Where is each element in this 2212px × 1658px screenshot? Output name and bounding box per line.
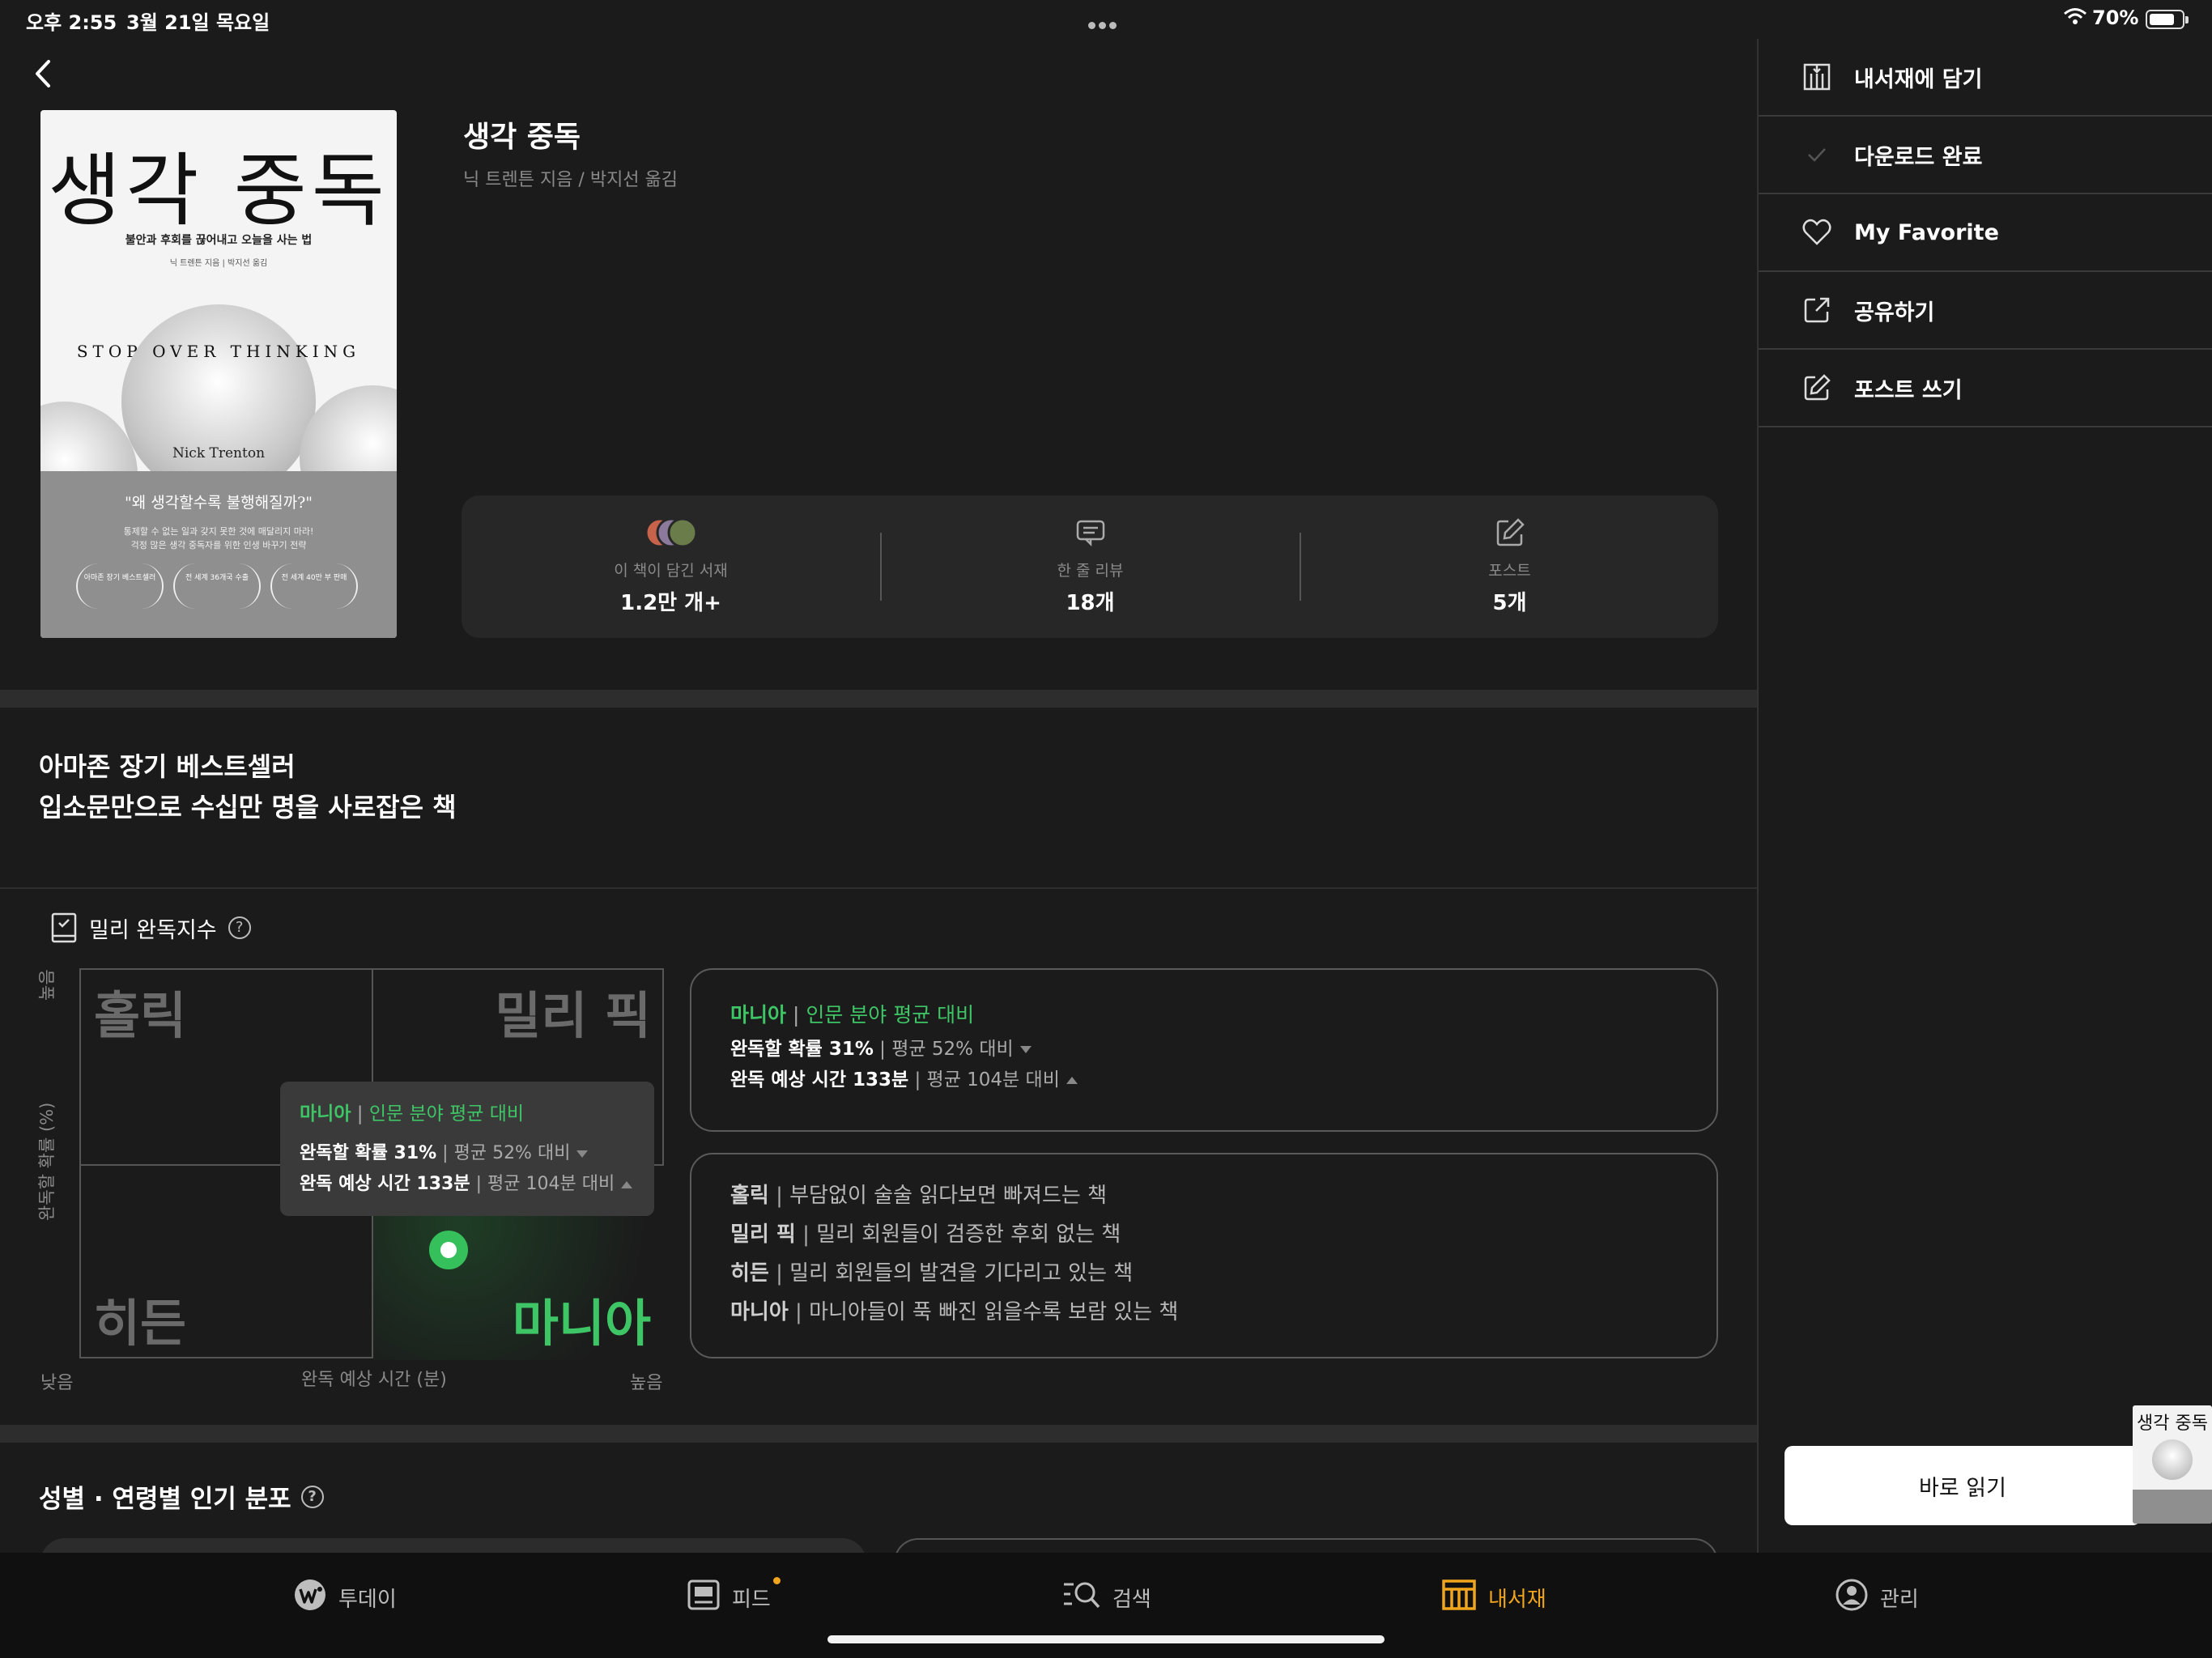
cover-credits: 닉 트렌튼 지음 | 박지선 옮김	[169, 259, 268, 268]
menu-label: My Favorite	[1854, 219, 1999, 245]
completion-index-title: 밀리 완독지수 ?	[50, 912, 251, 944]
stats-card: 이 책이 담긴 서재 1.2만 개+ 한 줄 리뷰 18개 포스트 5개	[462, 495, 1718, 638]
stat-label: 한 줄 리뷰	[1057, 562, 1124, 580]
search-icon	[1062, 1578, 1101, 1618]
menu-label: 내서재에 담기	[1854, 66, 1983, 92]
y-axis-label: 완독할 확률 (%)	[37, 1102, 57, 1221]
legend-item: 히든 | 밀리 회원들의 발견을 기다리고 있는 책	[730, 1261, 1134, 1286]
heart-icon	[1801, 216, 1833, 249]
cover-badge: 아마존 장기 베스트셀러	[76, 563, 164, 609]
edit-icon	[1300, 517, 1719, 549]
check-icon	[1801, 138, 1833, 171]
notification-dot	[772, 1577, 781, 1584]
help-icon[interactable]: ?	[228, 916, 251, 939]
tab-label: 내서재	[1488, 1587, 1546, 1612]
menu-label: 다운로드 완료	[1854, 144, 1983, 170]
tab-label: 관리	[1880, 1587, 1919, 1612]
tab-feed[interactable]: 피드	[687, 1577, 781, 1618]
cover-subtitle: 불안과 후회를 끊어내고 오늘을 사는 법	[125, 234, 313, 247]
cover-english-author: Nick Trenton	[172, 445, 266, 461]
distribution-title: 성별 · 연령별 인기 분포 ?	[39, 1478, 324, 1515]
position-tooltip: 마니아 | 인문 분야 평균 대비 완독할 확률 31% | 평균 52% 대비…	[280, 1082, 654, 1216]
y-axis: 높음 완독할 확률 (%)	[32, 968, 73, 1358]
stat-value: 5개	[1492, 591, 1527, 615]
favorite-button[interactable]: My Favorite	[1759, 194, 2212, 272]
feed-icon	[687, 1578, 721, 1618]
status-time: 오후 2:55	[26, 11, 117, 34]
book-headline: 아마존 장기 베스트셀러 입소문만으로 수십만 명을 사로잡은 책	[39, 751, 457, 823]
divider	[0, 887, 1757, 889]
book-position-marker[interactable]	[429, 1231, 468, 1269]
section-divider	[0, 1425, 1757, 1443]
legend-item: 밀리 픽 | 밀리 회원들이 검증한 후회 없는 책	[730, 1222, 1121, 1247]
book-check-icon	[51, 912, 77, 943]
legend-item: 마니아 | 마니아들이 푹 빠진 읽을수록 보람 있는 책	[730, 1300, 1179, 1324]
battery-icon	[2146, 10, 2189, 29]
tab-manage[interactable]: 관리	[1835, 1577, 1919, 1618]
help-icon[interactable]: ?	[300, 1485, 324, 1508]
wifi-icon	[2063, 6, 2087, 31]
completion-summary-box: 마니아 | 인문 분야 평균 대비 완독할 확률 31% | 평균 52% 대비…	[690, 968, 1718, 1132]
section-divider	[0, 690, 1757, 708]
read-now-button[interactable]: 바로 읽기	[1784, 1446, 2141, 1525]
cover-badge: 전 세계 36개국 수출	[173, 563, 261, 609]
quadrant-legend-box: 홀릭 | 부담없이 술술 읽다보면 빠져드는 책 밀리 픽 | 밀리 회원들이 …	[690, 1153, 1718, 1358]
menu-label: 공유하기	[1854, 300, 1935, 325]
tab-today[interactable]: 투데이	[293, 1577, 397, 1618]
share-button[interactable]: 공유하기	[1759, 272, 2212, 350]
stat-value: 1.2만 개+	[620, 591, 721, 615]
cover-title: 생각 중독	[48, 145, 389, 237]
edit-icon	[1801, 372, 1833, 404]
mini-book-cover: 생각 중독	[2133, 1405, 2212, 1524]
bookshelf-add-icon	[1801, 61, 1833, 93]
cover-quote: "왜 생각할수록 불행해질까?"	[124, 494, 313, 512]
book-cover[interactable]: 생각 중독 불안과 후회를 끊어내고 오늘을 사는 법 닉 트렌튼 지음 | 박…	[40, 110, 397, 638]
today-icon	[293, 1578, 327, 1618]
legend-item: 홀릭 | 부담없이 술술 읽다보면 빠져드는 책	[730, 1184, 1107, 1208]
reader-avatars-icon	[462, 517, 880, 549]
status-bar: 오후 2:55 3월 21일 목요일 70%	[0, 0, 2212, 39]
book-title: 생각 중독	[463, 121, 581, 154]
stat-label: 포스트	[1488, 562, 1531, 580]
status-date: 3월 21일 목요일	[126, 11, 270, 34]
library-icon	[1441, 1578, 1477, 1618]
home-indicator[interactable]	[827, 1635, 1385, 1643]
x-axis-low: 낮음	[40, 1373, 74, 1393]
stat-value: 18개	[1066, 591, 1115, 615]
cover-english-title: STOP OVER THINKING	[76, 342, 361, 361]
back-button[interactable]	[28, 55, 60, 92]
tab-label: 피드	[732, 1587, 771, 1612]
x-axis-label: 완독 예상 시간 (분)	[301, 1370, 447, 1390]
cover-blurb: 통제할 수 없는 일과 갖지 못한 것에 매달리지 마라! 걱정 많은 생각 중독…	[123, 526, 314, 551]
stat-reviews[interactable]: 한 줄 리뷰 18개	[881, 495, 1300, 638]
book-author[interactable]: 닉 트렌튼 지음 / 박지선 옮김	[463, 165, 678, 191]
cover-badge: 전 세계 40만 부 판매	[270, 563, 358, 609]
tab-label: 투데이	[338, 1587, 397, 1612]
tab-label: 검색	[1112, 1587, 1151, 1612]
stat-posts[interactable]: 포스트 5개	[1300, 495, 1719, 638]
tab-library[interactable]: 내서재	[1441, 1577, 1546, 1618]
comment-icon	[881, 517, 1300, 549]
chevron-left-icon	[36, 60, 50, 87]
write-post-button[interactable]: 포스트 쓰기	[1759, 350, 2212, 427]
profile-icon	[1835, 1578, 1869, 1618]
stat-label: 이 책이 담긴 서재	[614, 562, 728, 580]
y-axis-high: 높음	[37, 969, 57, 1001]
battery-percent: 70%	[2092, 6, 2139, 29]
x-axis-high: 높음	[630, 1373, 663, 1393]
tab-search[interactable]: 검색	[1062, 1577, 1151, 1618]
side-panel: 내서재에 담기 다운로드 완료 My Favorite 공유하기 포스트 쓰기	[1757, 39, 2212, 1553]
download-complete-button[interactable]: 다운로드 완료	[1759, 117, 2212, 194]
add-to-library-button[interactable]: 내서재에 담기	[1759, 39, 2212, 117]
menu-label: 포스트 쓰기	[1854, 377, 1963, 403]
multitask-dots-icon[interactable]	[1088, 11, 1124, 29]
share-icon	[1801, 294, 1833, 326]
stat-libraries[interactable]: 이 책이 담긴 서재 1.2만 개+	[462, 495, 880, 638]
